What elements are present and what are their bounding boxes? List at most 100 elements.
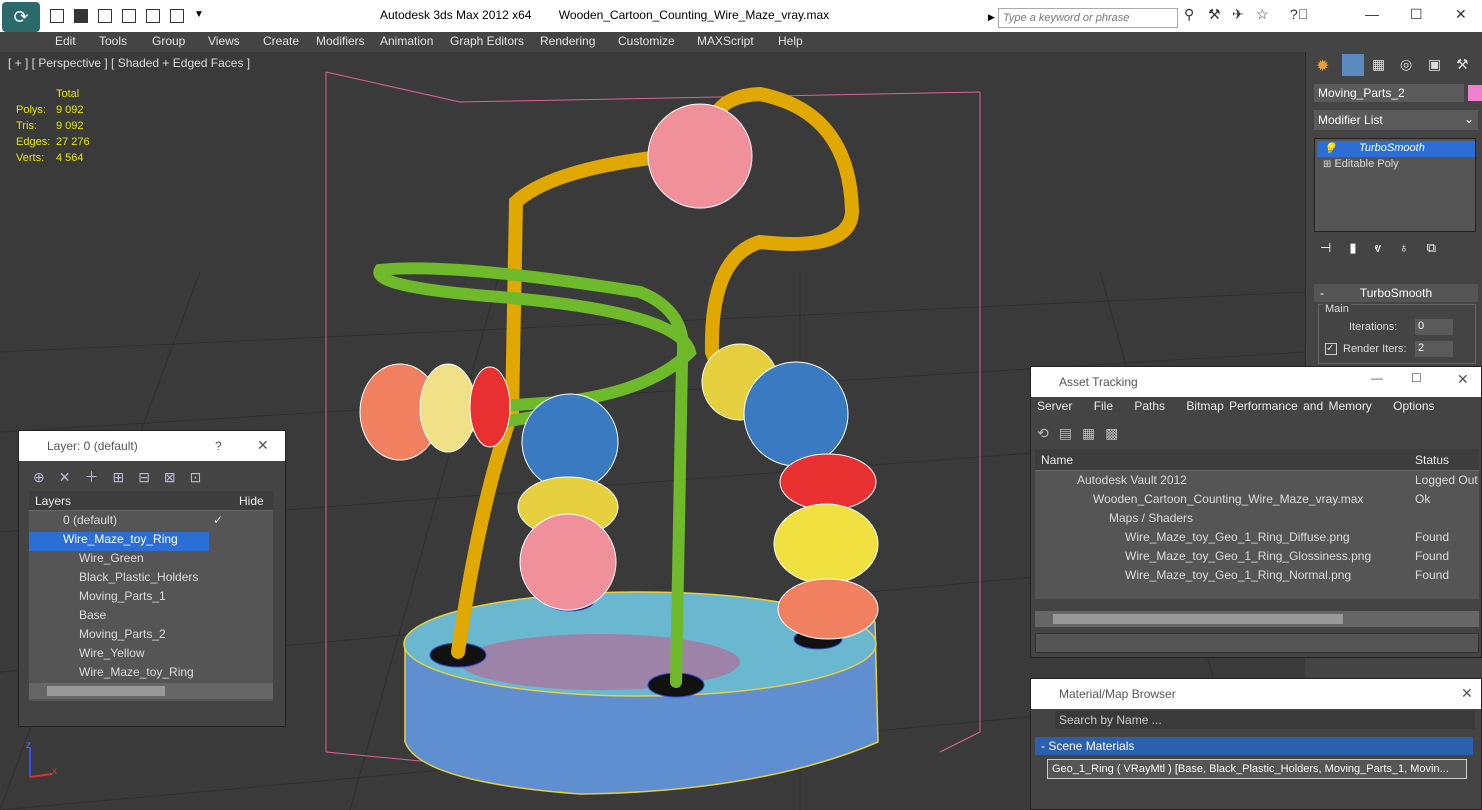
col-hide[interactable]: Hide <box>239 494 264 508</box>
maximize-button[interactable]: ☐ <box>1411 371 1422 385</box>
asset-tracking-titlebar[interactable]: Asset Tracking — ☐ ✕ <box>1031 367 1481 397</box>
utilities-tab-icon[interactable]: ⚒ <box>1456 56 1469 73</box>
create-tab-icon[interactable]: ✹ <box>1316 56 1329 76</box>
scrollbar-thumb[interactable] <box>1053 614 1343 624</box>
fetch-icon[interactable] <box>170 9 184 23</box>
quick-access-dropdown-icon[interactable]: ▼ <box>194 9 204 20</box>
render-iters-spinner[interactable]: 2 <box>1415 341 1453 357</box>
menu-bitmap-performance[interactable]: Bitmap Performance and Memory <box>1186 399 1371 413</box>
layer-row[interactable]: Moving_Parts_1 <box>29 589 273 608</box>
scene-materials-header[interactable]: - Scene Materials <box>1035 737 1473 755</box>
hold-icon[interactable] <box>146 9 160 23</box>
menu-help[interactable]: Help <box>778 34 803 48</box>
menu-edit[interactable]: Edit <box>55 34 76 48</box>
viewport-label-menu[interactable]: [ + ] [ Perspective ] [ Shaded + Edged F… <box>8 56 250 70</box>
material-browser-title: Material/Map Browser <box>1059 687 1176 701</box>
asset-menu-bar: Server File Paths Bitmap Performance and… <box>1037 399 1435 413</box>
rollout-title: TurboSmooth <box>1359 286 1433 300</box>
layer-window-title: Layer: 0 (default) <box>47 439 138 453</box>
menu-paths[interactable]: Paths <box>1134 399 1165 413</box>
layer-row[interactable]: Black_Plastic_Holders <box>29 570 273 589</box>
subscription-icon[interactable]: ⚒ <box>1208 6 1221 23</box>
menu-tools[interactable]: Tools <box>99 34 127 48</box>
stats-total-label: Total <box>56 88 80 100</box>
app-logo-icon[interactable]: ⟳ <box>2 2 40 32</box>
asset-row[interactable]: Maps / Shaders <box>1035 511 1479 530</box>
close-button[interactable]: ✕ <box>1457 371 1469 388</box>
communication-icon[interactable]: ✈ <box>1232 6 1244 23</box>
close-button[interactable]: ✕ <box>257 437 269 454</box>
col-layers[interactable]: Layers <box>35 494 71 508</box>
layer-row[interactable]: Base <box>29 608 273 627</box>
redo-icon[interactable] <box>122 9 136 23</box>
asset-table[interactable]: Name Status Autodesk Vault 2012 Logged Ou… <box>1035 449 1479 599</box>
menu-modifiers[interactable]: Modifiers <box>316 34 365 48</box>
menu-file[interactable]: File <box>1094 399 1113 413</box>
menu-customize[interactable]: Customize <box>618 34 675 48</box>
search-expand-icon[interactable]: ▶ <box>988 12 995 23</box>
search-by-name-input[interactable]: Search by Name ... <box>1055 711 1475 729</box>
asset-row[interactable]: Wire_Maze_toy_Geo_1_Ring_Glossiness.png F… <box>1035 549 1479 568</box>
scrollbar-thumb[interactable] <box>47 686 165 696</box>
material-browser-titlebar[interactable]: Material/Map Browser ✕ <box>1031 679 1481 709</box>
display-tab-icon[interactable]: ▣ <box>1428 56 1441 73</box>
minimize-button[interactable]: — <box>1365 6 1379 22</box>
modifier-stack[interactable]: 💡 TurboSmooth ⊞ Editable Poly <box>1314 138 1476 232</box>
menu-graph-editors[interactable]: Graph Editors <box>450 34 524 48</box>
menu-views[interactable]: Views <box>208 34 240 48</box>
maximize-button[interactable]: ☐ <box>1410 6 1423 23</box>
asset-row[interactable]: Autodesk Vault 2012 Logged Out <box>1035 473 1479 492</box>
object-name-field[interactable]: Moving_Parts_2 <box>1314 84 1464 102</box>
object-color-swatch[interactable] <box>1468 85 1482 101</box>
horizontal-scrollbar[interactable] <box>29 683 273 699</box>
stack-item-turbosmooth[interactable]: 💡 TurboSmooth <box>1317 141 1475 157</box>
layer-row[interactable]: Moving_Parts_2 <box>29 627 273 646</box>
asset-path-field[interactable] <box>1035 633 1479 653</box>
save-file-icon[interactable] <box>74 9 88 23</box>
layer-row[interactable]: Wire_Yellow <box>29 646 273 665</box>
binoculars-icon[interactable]: ⚲ <box>1184 6 1194 23</box>
menu-rendering[interactable]: Rendering <box>540 34 595 48</box>
command-panel: ✹ ▦ ◎ ▣ ⚒ Moving_Parts_2 Modifier List ⌄… <box>1305 52 1482 370</box>
menu-maxscript[interactable]: MAXScript <box>697 34 754 48</box>
turbosmooth-rollout-header[interactable]: - TurboSmooth <box>1314 284 1478 302</box>
motion-tab-icon[interactable]: ◎ <box>1400 56 1412 73</box>
undo-icon[interactable] <box>98 9 112 23</box>
layer-row[interactable]: 0 (default) ✓ <box>29 513 273 532</box>
layer-list[interactable]: Layers Hide 0 (default) ✓ Wire_Maze_toy_R… <box>29 491 273 701</box>
asset-row[interactable]: Wooden_Cartoon_Counting_Wire_Maze_vray.m… <box>1035 492 1479 511</box>
lightbulb-icon[interactable]: 💡 <box>1323 142 1337 155</box>
stack-item-editable-poly[interactable]: ⊞ Editable Poly <box>1317 157 1475 173</box>
layer-row-selected[interactable]: Wire_Maze_toy_Ring <box>29 532 209 551</box>
render-iters-checkbox[interactable]: ✓ <box>1325 343 1337 355</box>
modify-tab-icon[interactable] <box>1342 54 1364 76</box>
expand-plus-icon[interactable]: ⊞ <box>1323 159 1331 170</box>
active-check-icon[interactable]: ✓ <box>213 513 223 527</box>
material-list-item[interactable]: Geo_1_Ring ( VRayMtl ) [Base, Black_Plas… <box>1047 759 1467 779</box>
asset-row[interactable]: Wire_Maze_toy_Geo_1_Ring_Diffuse.png Foun… <box>1035 530 1479 549</box>
horizontal-scrollbar[interactable] <box>1035 611 1479 627</box>
col-name[interactable]: Name <box>1041 453 1073 467</box>
menu-animation[interactable]: Animation <box>380 34 433 48</box>
col-status[interactable]: Status <box>1415 453 1449 467</box>
search-input[interactable]: Type a keyword or phrase <box>998 8 1178 28</box>
menu-group[interactable]: Group <box>152 34 185 48</box>
close-button[interactable]: ✕ <box>1455 6 1467 23</box>
open-file-icon[interactable] <box>50 9 64 23</box>
close-button[interactable]: ✕ <box>1461 685 1473 702</box>
help-button[interactable]: ? <box>215 439 222 453</box>
layer-manager-titlebar[interactable]: Layer: 0 (default) ? ✕ <box>19 431 285 461</box>
help-icon[interactable]: ?⃝ <box>1290 6 1308 22</box>
asset-row[interactable]: Wire_Maze_toy_Geo_1_Ring_Normal.png Found <box>1035 568 1479 587</box>
menu-create[interactable]: Create <box>263 34 299 48</box>
layer-row[interactable]: Wire_Green <box>29 551 273 570</box>
hierarchy-tab-icon[interactable]: ▦ <box>1372 56 1385 73</box>
menu-server[interactable]: Server <box>1037 399 1072 413</box>
iterations-spinner[interactable]: 0 <box>1415 319 1453 335</box>
modifier-list-dropdown[interactable]: Modifier List ⌄ <box>1314 110 1478 130</box>
asset-window-title: Asset Tracking <box>1059 375 1138 389</box>
favorites-star-icon[interactable]: ☆ <box>1256 6 1269 23</box>
minimize-button[interactable]: — <box>1371 371 1383 385</box>
menu-options[interactable]: Options <box>1393 399 1434 413</box>
layer-row[interactable]: Wire_Maze_toy_Ring <box>29 665 273 684</box>
